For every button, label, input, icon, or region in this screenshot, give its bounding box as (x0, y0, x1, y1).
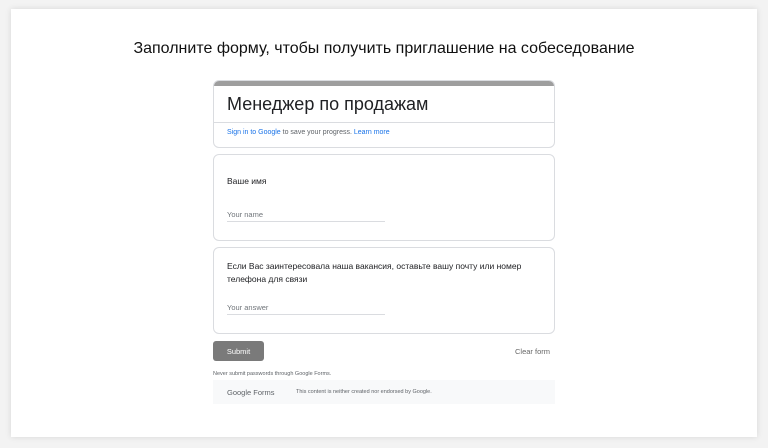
footer-disclaimer: This content is neither created nor endo… (296, 389, 432, 395)
question-label-name: Ваше имя (227, 176, 267, 186)
page-heading: Заполните форму, чтобы получить приглаше… (133, 40, 635, 57)
sign-in-link[interactable]: Sign in to Google (227, 129, 281, 136)
signin-row: Sign in to Google to save your progress.… (227, 129, 390, 136)
submit-button[interactable]: Submit (213, 341, 264, 361)
password-warning: Never submit passwords through Google Fo… (213, 371, 332, 377)
logo-forms: Forms (251, 388, 275, 397)
divider (214, 122, 554, 123)
question-card-name: Ваше имя (213, 154, 555, 241)
question-card-contact: Если Вас заинтересовала наша вакансия, о… (213, 247, 555, 334)
google-forms-logo[interactable]: Google Forms (227, 388, 275, 397)
learn-more-link[interactable]: Learn more (354, 129, 390, 136)
name-input[interactable] (227, 208, 385, 222)
form-footer: Google Forms This content is neither cre… (213, 380, 555, 404)
form-header-card: Менеджер по продажам Sign in to Google t… (213, 80, 555, 148)
google-form: Менеджер по продажам Sign in to Google t… (213, 80, 555, 404)
question-label-contact: Если Вас заинтересовала наша вакансия, о… (227, 261, 522, 284)
form-actions: Submit Clear form (213, 341, 555, 363)
logo-google: Google (227, 388, 252, 397)
contact-input[interactable] (227, 301, 385, 315)
clear-form-button[interactable]: Clear form (515, 347, 550, 356)
signin-text: to save your progress. (280, 129, 354, 136)
form-accent-bar (214, 81, 554, 86)
form-title: Менеджер по продажам (227, 94, 429, 114)
